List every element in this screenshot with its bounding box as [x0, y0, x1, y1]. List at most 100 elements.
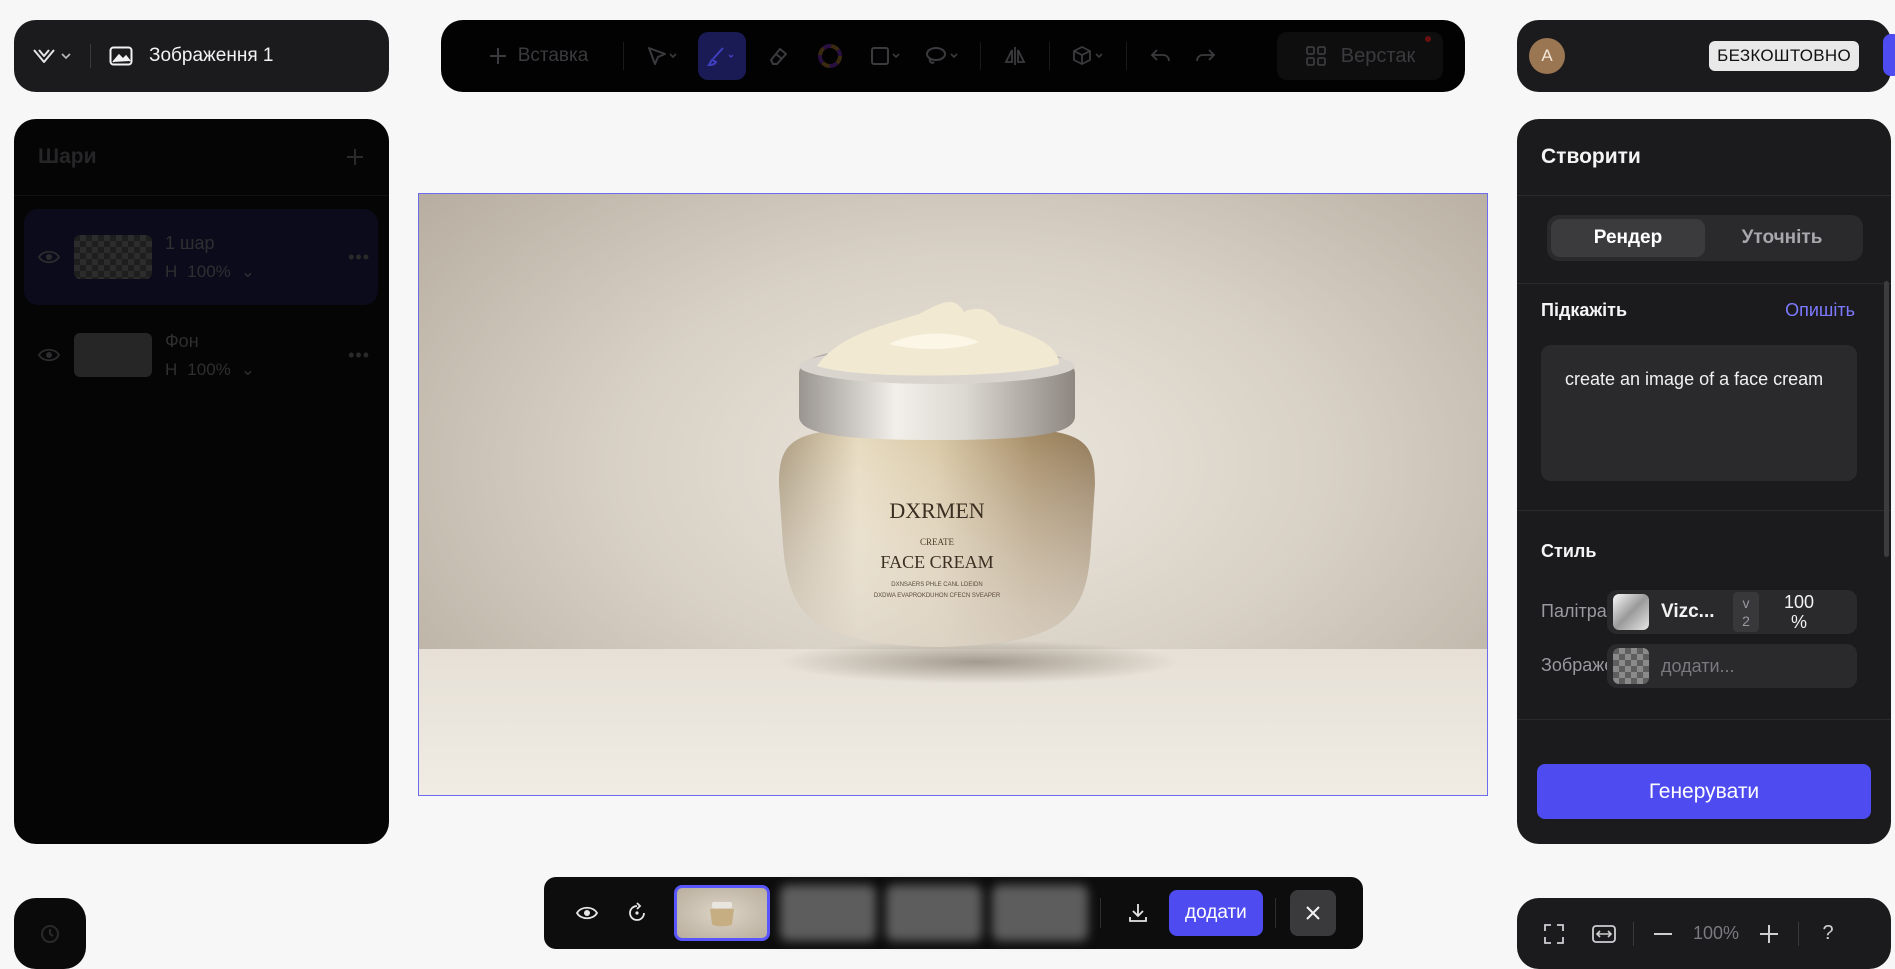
mode-tabs: Рендер Уточніть: [1547, 215, 1863, 261]
download-icon: [1129, 904, 1147, 922]
tab-refine[interactable]: Уточніть: [1705, 219, 1859, 257]
lasso-icon: [926, 47, 958, 64]
eye-icon[interactable]: [36, 347, 62, 363]
layer-opacity[interactable]: 100%: [187, 360, 230, 380]
zoom-in-button[interactable]: [1744, 914, 1794, 954]
thumbnail-jar-icon: [710, 902, 734, 927]
layer-thumbnail: [74, 333, 152, 377]
palette-name: Vizc...: [1661, 601, 1715, 622]
document-title[interactable]: Зображення 1: [149, 45, 273, 67]
regenerate-button[interactable]: [612, 888, 662, 938]
undo-icon: [1150, 49, 1170, 62]
canvas-image: DXRMEN CREATE FACE CREAM DXNSAERS PHLE C…: [419, 302, 1487, 795]
cube-icon: [1073, 45, 1103, 66]
generation-thumbnail[interactable]: [780, 885, 876, 941]
style-title: Стиль: [1541, 541, 1597, 561]
fit-width-button[interactable]: [1579, 914, 1629, 954]
workbench-button[interactable]: Верстак: [1277, 32, 1443, 80]
scrollbar[interactable]: [1884, 281, 1889, 557]
select-arrow-icon: [648, 47, 677, 65]
blend-mode[interactable]: Н: [165, 360, 177, 380]
image-reference-field[interactable]: додати...: [1607, 644, 1857, 688]
mirror-icon: [1004, 47, 1026, 65]
eraser-tool-button[interactable]: [754, 32, 802, 80]
redo-button[interactable]: [1183, 32, 1229, 80]
plus-icon: [1760, 924, 1778, 943]
fullscreen-button[interactable]: [1529, 914, 1579, 954]
divider: [1517, 283, 1891, 284]
divider: [90, 44, 91, 68]
describe-link[interactable]: Опишіть: [1785, 300, 1855, 321]
divider: [623, 42, 624, 70]
3d-tool-button[interactable]: [1060, 32, 1116, 80]
history-button[interactable]: [14, 898, 86, 969]
mirror-button[interactable]: [991, 32, 1039, 80]
generate-button[interactable]: Генерувати: [1537, 764, 1871, 819]
rectangle-icon: [871, 47, 900, 65]
divider: [1517, 719, 1891, 720]
zoom-out-button[interactable]: [1638, 914, 1688, 954]
plan-badge[interactable]: БЕЗКОШТОВНО: [1709, 41, 1859, 71]
tab-render[interactable]: Рендер: [1551, 219, 1705, 257]
canvas[interactable]: DXRMEN CREATE FACE CREAM DXNSAERS PHLE C…: [418, 193, 1488, 796]
upgrade-button-edge[interactable]: [1883, 34, 1895, 76]
generation-thumbnail[interactable]: [886, 885, 982, 941]
preview-toggle-button[interactable]: [562, 888, 612, 938]
lasso-tool-button[interactable]: [914, 32, 970, 80]
shape-tool-button[interactable]: [858, 32, 914, 80]
file-bar: Зображення 1: [14, 20, 389, 92]
download-button[interactable]: [1113, 888, 1163, 938]
prompt-label: Підкажіть: [1541, 300, 1628, 320]
eye-icon[interactable]: [36, 249, 62, 265]
layers-header: Шари: [14, 119, 389, 196]
app-menu-button[interactable]: [32, 46, 72, 66]
generation-thumbnail[interactable]: [992, 885, 1088, 941]
layer-row[interactable]: 1 шар Н 100% ⌄ •••: [24, 209, 378, 305]
jar-brand-text: DXRMEN: [889, 498, 984, 523]
layers-title: Шари: [38, 145, 97, 168]
create-header: Створити: [1517, 119, 1891, 196]
insert-button[interactable]: Вставка: [463, 32, 613, 80]
zoom-bar: 100% ?: [1517, 898, 1891, 969]
jar-product-text: FACE CREAM: [880, 552, 993, 572]
palette-label: Палітра: [1541, 601, 1607, 621]
add-layer-icon[interactable]: [345, 147, 365, 167]
more-options-icon[interactable]: •••: [348, 247, 370, 268]
color-picker-button[interactable]: [802, 32, 858, 80]
image-swatch: [1613, 648, 1649, 684]
generation-thumbnail-selected[interactable]: [674, 885, 770, 941]
palette-strength-value: 100: [1783, 592, 1815, 612]
chevron-down-icon[interactable]: ⌄: [241, 360, 255, 380]
eraser-icon: [770, 48, 787, 65]
palette-selector[interactable]: Vizc... v 2 100 %: [1607, 590, 1857, 634]
palette-version[interactable]: v 2: [1733, 592, 1759, 632]
chevron-down-icon[interactable]: ⌄: [241, 262, 255, 282]
palette-swatch: [1613, 594, 1649, 630]
layer-name[interactable]: 1 шар: [165, 233, 255, 254]
layer-name[interactable]: Фон: [165, 331, 255, 352]
undo-button[interactable]: [1137, 32, 1183, 80]
layers-panel: Шари 1 шар Н 100% ⌄ ••• Фон Н 100% ⌄ •••: [14, 119, 389, 844]
add-button[interactable]: додати: [1169, 890, 1263, 936]
layer-row[interactable]: Фон Н 100% ⌄ •••: [24, 307, 378, 403]
eye-icon: [576, 906, 598, 920]
close-button[interactable]: [1289, 890, 1336, 936]
help-button[interactable]: ?: [1803, 914, 1853, 954]
palette-version-prefix: v: [1742, 595, 1750, 611]
divider: [1633, 921, 1634, 946]
more-options-icon[interactable]: •••: [348, 345, 370, 366]
logo-icon: [33, 49, 55, 63]
insert-label: Вставка: [517, 45, 589, 66]
select-tool-button[interactable]: [634, 32, 690, 80]
blend-mode[interactable]: Н: [165, 262, 177, 282]
layer-opacity[interactable]: 100%: [187, 262, 230, 282]
zoom-level[interactable]: 100%: [1688, 923, 1744, 944]
brush-tool-button[interactable]: [698, 32, 746, 80]
prompt-input[interactable]: create an image of a face cream: [1541, 345, 1857, 481]
account-bar: A БЕЗКОШТОВНО: [1517, 20, 1895, 92]
palette-version-number: 2: [1742, 613, 1750, 629]
palette-strength[interactable]: 100 %: [1775, 592, 1823, 632]
avatar[interactable]: A: [1529, 38, 1565, 74]
chevron-down-icon: [61, 53, 71, 60]
help-icon: ?: [1822, 922, 1834, 944]
